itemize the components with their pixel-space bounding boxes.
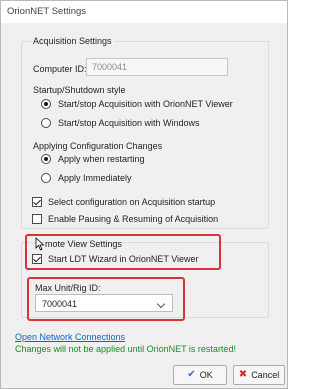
startup-windows-radio[interactable] xyxy=(41,118,51,128)
max-unit-label: Max Unit/Rig ID: xyxy=(35,283,101,293)
acquisition-settings-label: Acquisition Settings xyxy=(31,36,114,46)
apply-immediately-label[interactable]: Apply Immediately xyxy=(58,173,132,183)
enable-pausing-label[interactable]: Enable Pausing & Resuming of Acquisition xyxy=(48,214,218,224)
computer-id-label: Computer ID: xyxy=(33,64,87,74)
ok-button[interactable]: ✔ OK xyxy=(173,365,227,385)
window-title: OrionNET Settings xyxy=(7,6,87,17)
chevron-down-icon xyxy=(156,299,166,309)
cancel-button[interactable]: ✖ Cancel xyxy=(233,365,285,385)
close-icon: ✖ xyxy=(238,369,248,380)
startup-windows-label[interactable]: Start/stop Acquisition with Windows xyxy=(58,118,200,128)
restart-note: Changes will not be applied until OrionN… xyxy=(15,344,236,354)
title-bar: OrionNET Settings xyxy=(1,1,287,23)
mouse-cursor-icon xyxy=(35,237,45,251)
cancel-label: Cancel xyxy=(251,370,280,380)
remote-view-highlight xyxy=(25,234,221,270)
computer-id-field[interactable]: 7000041 xyxy=(86,58,228,76)
start-ldt-label[interactable]: Start LDT Wizard in OrionNET Viewer xyxy=(48,254,199,264)
startup-viewer-radio[interactable] xyxy=(41,99,51,109)
apply-restart-label[interactable]: Apply when restarting xyxy=(58,154,145,164)
config-changes-label: Applying Configuration Changes xyxy=(33,141,163,151)
apply-restart-radio[interactable] xyxy=(41,154,51,164)
startup-style-label: Startup/Shutdown style xyxy=(33,85,126,95)
startup-viewer-label[interactable]: Start/stop Acquisition with OrionNET Vie… xyxy=(58,99,233,109)
checkmark-icon: ✔ xyxy=(187,369,196,380)
enable-pausing-checkbox[interactable] xyxy=(32,214,42,224)
max-unit-value: 7000041 xyxy=(42,299,78,309)
apply-immediately-radio[interactable] xyxy=(41,173,51,183)
settings-window: OrionNET Settings Acquisition Settings C… xyxy=(0,0,288,389)
max-unit-dropdown[interactable]: 7000041 xyxy=(35,294,173,312)
select-config-label[interactable]: Select configuration on Acquisition star… xyxy=(48,197,215,207)
open-network-connections-link[interactable]: Open Network Connections xyxy=(15,332,125,342)
start-ldt-checkbox[interactable] xyxy=(32,254,42,264)
select-config-checkbox[interactable] xyxy=(32,197,42,207)
ok-label: OK xyxy=(199,370,213,380)
